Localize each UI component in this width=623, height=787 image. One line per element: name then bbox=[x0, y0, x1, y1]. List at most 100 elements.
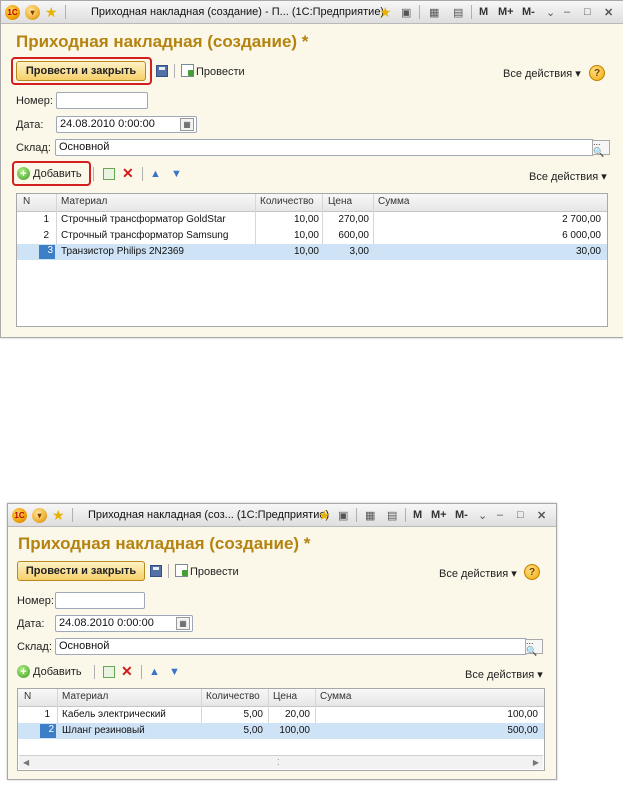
minimize-icon[interactable]: – bbox=[497, 507, 503, 523]
divider bbox=[142, 167, 143, 181]
memory-button[interactable]: M bbox=[413, 507, 422, 523]
move-down-icon[interactable]: ▼ bbox=[171, 168, 182, 180]
add-row-button[interactable]: + Добавить bbox=[17, 167, 82, 180]
calendar-picker-icon[interactable]: ▦ bbox=[176, 617, 190, 630]
close-icon[interactable]: ✕ bbox=[537, 507, 546, 523]
table-row-selected[interactable]: 2 Шланг резиновый 5,00 100,00 500,00 bbox=[18, 723, 544, 739]
divider bbox=[168, 564, 169, 578]
maximize-icon[interactable]: □ bbox=[584, 4, 591, 20]
plus-icon: + bbox=[17, 167, 30, 180]
scroll-left-icon[interactable]: ◀ bbox=[23, 758, 29, 767]
memory-plus-button[interactable]: M+ bbox=[431, 507, 447, 523]
number-field[interactable] bbox=[55, 592, 145, 609]
row-number: 3 bbox=[39, 245, 55, 259]
table-row[interactable]: 1 Кабель электрический 5,00 20,00 100,00 bbox=[18, 707, 544, 723]
materials-table[interactable]: N Материал Количество Цена Сумма 1 Кабел… bbox=[17, 688, 545, 771]
app-logo-icon[interactable]: 1C bbox=[12, 507, 27, 523]
divider bbox=[65, 5, 66, 19]
divider bbox=[471, 5, 472, 19]
calendar-picker-icon[interactable]: ▦ bbox=[180, 118, 194, 131]
scroll-grip-icon[interactable]: ⁚ bbox=[277, 758, 280, 767]
close-icon[interactable]: ✕ bbox=[604, 4, 613, 20]
column-header[interactable]: Материал bbox=[61, 196, 107, 207]
page-title: Приходная накладная (создание) * bbox=[18, 534, 311, 553]
memory-plus-button[interactable]: M+ bbox=[498, 4, 514, 20]
delete-row-icon[interactable]: ✕ bbox=[121, 664, 133, 678]
document-window: 1C ▾ ★ Приходная накладная (соз... (1С:П… bbox=[7, 503, 557, 780]
move-up-icon[interactable]: ▲ bbox=[149, 666, 160, 678]
post-button[interactable]: Провести bbox=[190, 566, 239, 578]
app-logo-icon[interactable]: 1C bbox=[5, 4, 20, 20]
column-header[interactable]: Сумма bbox=[320, 691, 351, 702]
minimize-icon[interactable]: – bbox=[564, 4, 570, 20]
column-header[interactable]: Цена bbox=[328, 196, 352, 207]
column-header[interactable]: N bbox=[24, 691, 31, 702]
table-row[interactable]: 2 Строчный трансформатор Samsung 10,00 6… bbox=[17, 228, 607, 244]
maximize-icon[interactable]: □ bbox=[517, 507, 524, 523]
select-button[interactable]: ...🔍 bbox=[525, 636, 543, 656]
help-icon[interactable]: ? bbox=[524, 564, 540, 580]
warehouse-field[interactable]: Основной bbox=[55, 139, 594, 156]
column-header[interactable]: N bbox=[23, 196, 30, 207]
delete-row-icon[interactable]: ✕ bbox=[122, 166, 134, 180]
row-number: 1 bbox=[43, 214, 49, 225]
post-and-close-button[interactable]: Провести и закрыть bbox=[17, 561, 145, 581]
move-down-icon[interactable]: ▼ bbox=[169, 666, 180, 678]
add-row-button[interactable]: + Добавить bbox=[17, 665, 82, 678]
number-label: Номер: bbox=[16, 95, 53, 107]
print-icon[interactable]: ▣ bbox=[401, 4, 411, 20]
materials-table[interactable]: N Материал Количество Цена Сумма 1 Строч… bbox=[16, 193, 608, 327]
column-header[interactable]: Количество bbox=[260, 196, 314, 207]
all-actions-menu[interactable]: Все действия ▾ bbox=[503, 67, 581, 80]
row-number: 2 bbox=[43, 230, 49, 241]
dropdown-icon[interactable]: ⌄ bbox=[478, 507, 487, 523]
calendar-icon[interactable]: ▤ bbox=[387, 507, 397, 523]
memory-minus-button[interactable]: M- bbox=[522, 4, 535, 20]
save-icon[interactable] bbox=[156, 65, 168, 77]
print-icon[interactable]: ▣ bbox=[338, 507, 348, 523]
table-row[interactable]: 1 Строчный трансформатор GoldStar 10,00 … bbox=[17, 212, 607, 228]
date-field[interactable]: 24.08.2010 0:00:00 bbox=[55, 615, 193, 632]
main-menu-icon[interactable]: ▾ bbox=[32, 507, 47, 523]
add-favorite-icon[interactable]: ★ bbox=[379, 4, 392, 20]
post-and-close-button[interactable]: Провести и закрыть bbox=[16, 61, 146, 81]
number-field[interactable] bbox=[56, 92, 148, 109]
table-row-selected[interactable]: 3 Транзистор Philips 2N2369 10,00 3,00 3… bbox=[17, 244, 607, 260]
calendar-icon[interactable]: ▤ bbox=[453, 4, 463, 20]
copy-row-icon[interactable] bbox=[103, 168, 115, 180]
column-header[interactable]: Материал bbox=[62, 691, 108, 702]
page-title: Приходная накладная (создание) * bbox=[16, 32, 309, 51]
column-header[interactable]: Сумма bbox=[378, 196, 409, 207]
calculator-icon[interactable]: ▦ bbox=[365, 507, 375, 523]
favorites-star-icon[interactable]: ★ bbox=[45, 4, 58, 20]
column-header[interactable]: Цена bbox=[273, 691, 297, 702]
date-field[interactable]: 24.08.2010 0:00:00 bbox=[56, 116, 197, 133]
memory-button[interactable]: M bbox=[479, 4, 488, 20]
scroll-right-icon[interactable]: ▶ bbox=[533, 758, 539, 767]
select-button[interactable]: ...🔍 bbox=[592, 137, 610, 157]
post-button[interactable]: Провести bbox=[196, 66, 245, 78]
price-cell: 270,00 bbox=[338, 214, 369, 225]
table-header: N Материал Количество Цена Сумма bbox=[17, 194, 607, 212]
quantity-cell: 10,00 bbox=[293, 246, 319, 257]
favorites-star-icon[interactable]: ★ bbox=[52, 507, 65, 523]
memory-minus-button[interactable]: M- bbox=[455, 507, 468, 523]
table-all-actions-menu[interactable]: Все действия ▾ bbox=[465, 668, 543, 681]
horizontal-scrollbar[interactable]: ◀ ⁚ ▶ bbox=[19, 755, 543, 769]
date-label: Дата: bbox=[17, 618, 45, 630]
quantity-cell: 10,00 bbox=[293, 230, 319, 241]
dropdown-icon[interactable]: ⌄ bbox=[546, 4, 555, 20]
title-bar: 1C ▾ ★ Приходная накладная (соз... (1С:П… bbox=[8, 504, 556, 527]
table-all-actions-menu[interactable]: Все действия ▾ bbox=[529, 170, 607, 183]
move-up-icon[interactable]: ▲ bbox=[150, 168, 161, 180]
main-menu-icon[interactable]: ▾ bbox=[25, 4, 40, 20]
add-favorite-icon[interactable]: ★ bbox=[318, 507, 331, 523]
column-header[interactable]: Количество bbox=[206, 691, 260, 702]
warehouse-label: Склад: bbox=[17, 641, 52, 653]
warehouse-field[interactable]: Основной bbox=[55, 638, 527, 655]
copy-row-icon[interactable] bbox=[103, 666, 115, 678]
calculator-icon[interactable]: ▦ bbox=[429, 4, 439, 20]
all-actions-menu[interactable]: Все действия ▾ bbox=[439, 567, 517, 580]
save-icon[interactable] bbox=[150, 565, 162, 577]
help-icon[interactable]: ? bbox=[589, 65, 605, 81]
